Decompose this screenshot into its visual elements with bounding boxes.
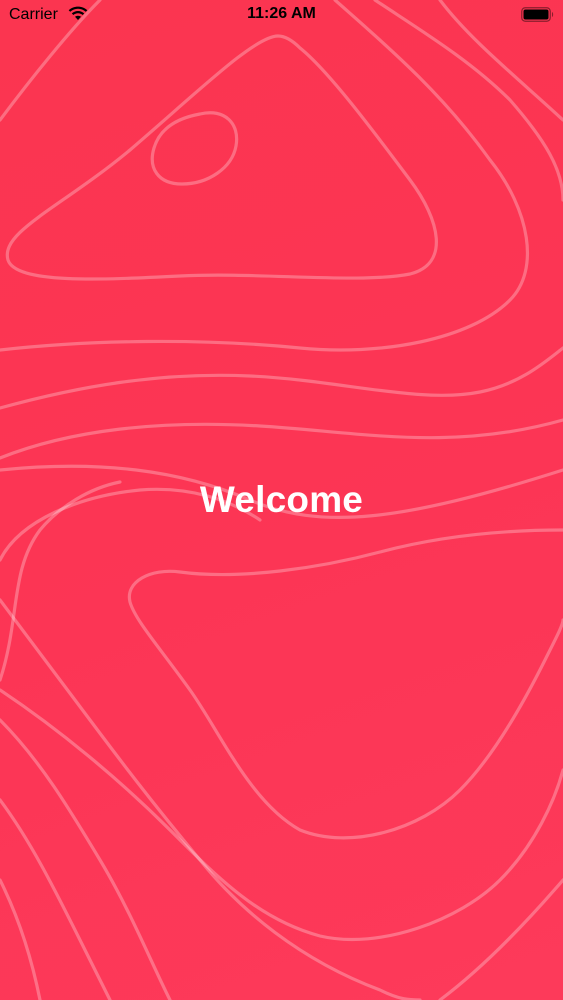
contour-line [0, 798, 112, 1000]
contour-line [0, 0, 530, 352]
contour-line [0, 878, 42, 1000]
contour-line [0, 346, 563, 410]
contour-line [127, 528, 563, 840]
contour-line [438, 878, 563, 1000]
welcome-title: Welcome [199, 479, 364, 520]
contour-line [0, 418, 563, 460]
contour-line [0, 718, 172, 1000]
contour-line [0, 688, 563, 941]
status-time: 11:26 AM [247, 5, 316, 22]
contour-line [150, 111, 239, 186]
welcome-screen: Carrier 11:26 AM Welcome [0, 0, 563, 1000]
status-bar: Carrier 11:26 AM [0, 0, 563, 30]
contour-line [5, 34, 438, 281]
battery-icon [521, 7, 554, 22]
